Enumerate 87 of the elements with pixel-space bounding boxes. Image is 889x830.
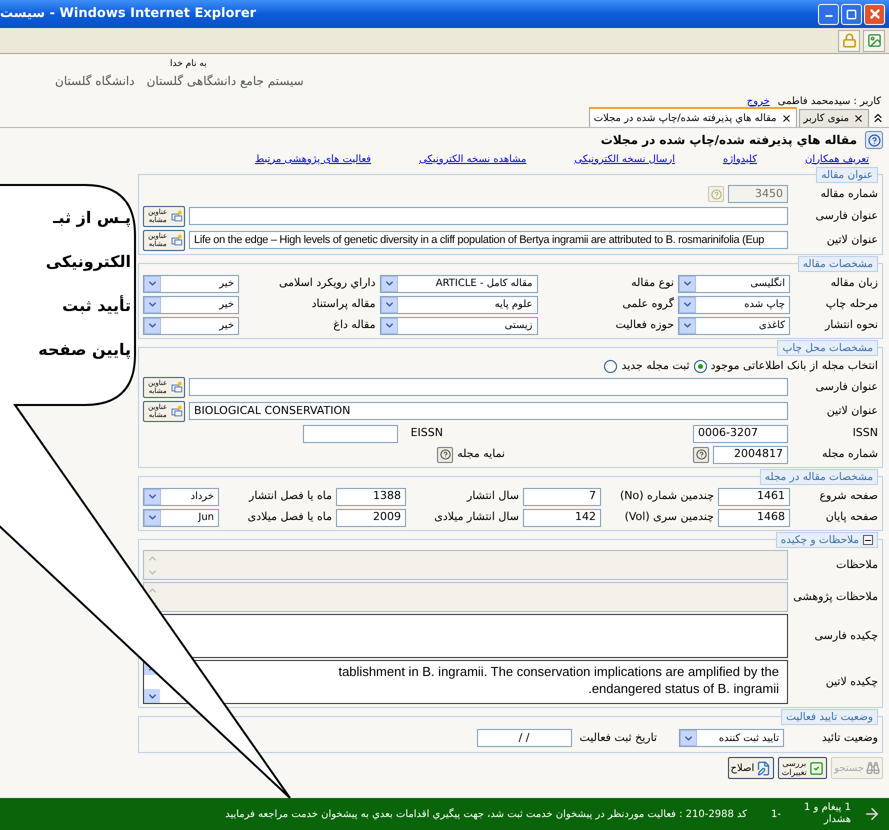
field-label: حوزه فعالیت [614,317,674,334]
text-field[interactable]: 142 [523,508,601,526]
dropdown[interactable]: زیستی [380,316,538,334]
field-label: مرحله چاپ [824,296,878,312]
field-label: ثبت مجله جدید [621,358,690,374]
field-label: سال انتشار [466,488,519,504]
nav-link[interactable]: فعالیت های پژوهشی مرتبط [255,152,372,166]
tab[interactable]: منوی کاربر [798,109,869,127]
dropdown[interactable]: تایید ثبت کننده [679,729,784,747]
text-field[interactable]: Life on the edge – High levels of genetic diversity in a cliff population of Bertya ingramii are attributed to B. rosmarinifolia (Eup [189,231,788,249]
field-label: انتخاب مجله از بانک اطلاعاتی موجود [710,358,878,374]
callout-text: پـس از ثبـ [53,207,131,229]
text-field[interactable]: 1388 [336,488,406,506]
page-title: مقاله هاي پذيرفته شده/چاپ شده در مجلات [600,132,857,149]
callout-text: الکترونیکی [46,251,131,273]
text-area[interactable]: tablishment in B. ingramii. The conservation implications are amplified by the endangered status of B. ingramii. [143,660,788,704]
callout-text: تأیید ثبت [62,294,131,317]
system-name: سیستم جامع دانشگاهی گلستان [146,72,304,90]
user-label: کاربر : سیدمحمد فاطمی [778,94,881,108]
dropdown[interactable]: انگلیسی [678,274,790,292]
nav-link[interactable]: کلیدواژه [722,152,757,166]
field-label: EISSN [410,425,443,442]
blessing-text: به نام خدا [170,58,207,71]
text-field[interactable]: 2004817 [713,446,788,464]
field-label: ملاحظات [835,556,878,573]
field-label: عنوان لاتین [826,232,878,248]
field-label: ماه یا فصل انتشار [248,488,332,504]
text-field[interactable]: 0006-3207 [693,424,788,442]
section-legend: مشخصات محل چاپ [777,340,878,356]
section-legend: وضعیت تایید فعالیت [781,709,878,725]
dropdown[interactable]: مقاله کامل - ARTICLE [380,274,538,292]
field-label: عنوان فارسی [814,378,878,395]
tab[interactable]: مقاله هاي پذيرفته شده/چاپ شده در مجلات [588,107,797,127]
field-label: گروه علمی [621,296,674,312]
field-label: زبان مقاله [830,275,878,292]
field-label: نمایه مجله [457,446,505,462]
section-legend: مشخصات مقاله [798,256,878,272]
dropdown[interactable]: خیر [143,316,239,334]
field-label: ISSN [852,425,878,442]
text-field[interactable]: 2009 [336,508,406,526]
dropdown[interactable]: خیر [143,274,239,292]
dropdown[interactable]: علوم پایه [380,296,538,314]
callout-text: پایین صفحه [38,339,131,361]
field-label: شماره مجله [820,446,878,462]
nav-link[interactable]: تعریف همکاران [804,152,869,166]
section-legend: مشخصات مقاله در مجله [760,469,878,485]
field-label: داراي رویکرد اسلامی [278,275,376,292]
field-label: صفحه پایان [824,509,878,526]
field-label: نوع مقاله [630,275,674,292]
field-label: چندمین شماره (No) [618,488,714,504]
status-message: کد 2988-210 : فعالیت موردنظر در پیشخوان خدمت ثبت شد، جهت پیگیري اقدامات بعدي به پیشخوان خدمت مراجعه فرمایید [225,807,748,822]
field-label: شماره مقاله [819,186,878,202]
window-title: سیست - Windows Internet Explorer [0,5,256,24]
message-count: 1 پیغام و 1 هشدار [803,802,851,826]
field-label: چکیده فارسی [813,628,878,644]
text-field[interactable]: / / [476,729,572,747]
university-name: دانشگاه گلستان [55,72,135,90]
text-field[interactable]: 1468 [718,508,790,526]
review-changes-button[interactable]: بررسی تغییرات [778,757,828,779]
field-label: صفحه شروع [818,488,878,504]
field-label: مقاله داغ [332,317,376,334]
field-label: عنوان لاتین [826,402,878,419]
dropdown[interactable]: خرداد [143,488,219,506]
text-field[interactable]: 1461 [718,488,790,506]
logout-link[interactable]: خروج [746,94,770,108]
dropdown[interactable]: چاپ شده [678,296,790,314]
field-label: عنوان فارسی [814,208,878,224]
field-label: وضعیت تائید [820,730,878,746]
section-legend: عنوان مقاله [816,167,878,183]
text-field[interactable]: 7 [523,488,601,506]
nav-link[interactable]: مشاهده نسخه الکترونیکی [419,152,526,166]
dropdown[interactable]: کاغذی [678,316,790,334]
dropdown[interactable]: خیر [143,296,239,314]
edit-button[interactable]: اصلاح [728,757,774,779]
field-label: نحوه انتشار [824,317,878,334]
dropdown[interactable]: Jun [143,508,219,526]
field-label: سال انتشار میلادی [433,509,519,526]
field-label: مقاله پراستناد [310,296,376,312]
field-label: چکیده لاتین [824,674,878,690]
field-label: ملاحظات پژوهشی [792,588,878,605]
message-index: -1 [771,808,781,822]
text-field[interactable]: BIOLOGICAL CONSERVATION [189,402,788,420]
section-legend: ملاحظات و چکیده [776,532,878,548]
field-label: ماه یا فصل میلادی [246,509,332,526]
nav-link[interactable]: ارسال نسخه الکترونیکی [574,152,675,166]
field-label: چندمین سری (Vol) [624,509,714,526]
field-label: تاریخ ثبت فعالیت [580,730,657,746]
